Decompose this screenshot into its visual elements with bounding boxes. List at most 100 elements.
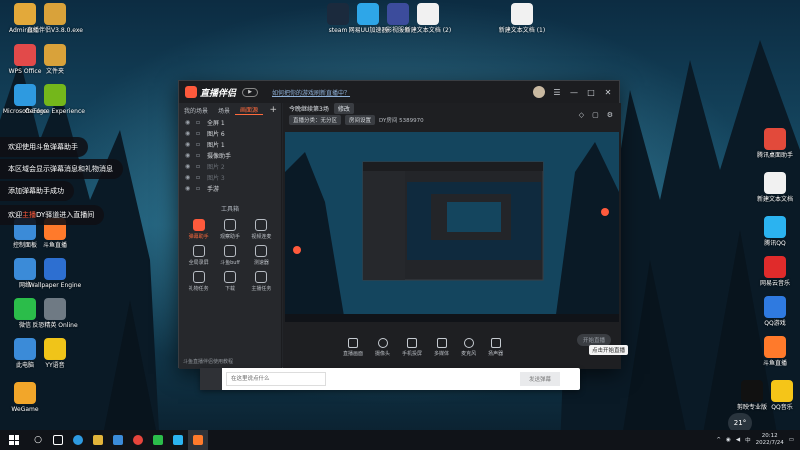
start-button[interactable] — [0, 435, 28, 445]
tool-label: 下载 — [224, 286, 235, 292]
desktop-icon[interactable]: 网易云音乐 — [753, 256, 797, 287]
avatar[interactable] — [533, 86, 545, 98]
source-item[interactable]: ◉ ▫ 图片 1 — [179, 139, 281, 150]
desktop-icon[interactable]: 直播伴侣V3.8.0.exe — [27, 3, 83, 34]
eye-icon[interactable]: ◉ — [185, 163, 192, 170]
app-icon — [44, 298, 66, 320]
tool-item[interactable]: 礼物任务 — [183, 271, 214, 292]
source-item[interactable]: ◉ ▫ 图片 3 — [179, 172, 281, 183]
eye-icon[interactable]: ◉ — [185, 130, 192, 137]
tutorial-link[interactable]: 斗鱼直播伴侣使用教程 — [183, 358, 233, 365]
screen-capture-button[interactable]: 直播画面 — [343, 337, 363, 357]
source-item[interactable]: ◉ ▫ 全屏 1 — [179, 117, 281, 128]
source-item[interactable]: ◉ ▫ 手游 — [179, 183, 281, 194]
edge-taskbar-icon[interactable] — [68, 430, 88, 450]
tray-arrow-icon[interactable]: ^ — [716, 437, 721, 443]
maximize-icon[interactable]: □ — [586, 88, 596, 97]
play-toggle-icon[interactable]: ▶ — [242, 87, 259, 97]
notification-icon[interactable]: ▭ — [789, 437, 794, 443]
desktop-icon[interactable]: QQ游戏 — [753, 296, 797, 327]
tool-item[interactable]: 主播任务 — [246, 271, 277, 292]
desktop-icon-label: 直播伴侣V3.8.0.exe — [27, 27, 83, 34]
share-icon[interactable]: ◇ — [579, 111, 584, 119]
menu-icon[interactable]: ☰ — [552, 88, 562, 97]
app-icon — [764, 216, 786, 238]
desktop-icon[interactable]: QQ音乐 — [760, 380, 800, 411]
eye-icon[interactable]: ◉ — [185, 152, 192, 159]
tab-my-scenes[interactable]: 我的场景 — [179, 106, 213, 115]
wechat-taskbar-icon[interactable] — [148, 430, 168, 450]
lock-icon[interactable]: ▫ — [196, 152, 203, 159]
clock[interactable]: 20:12 2022/7/24 — [756, 433, 784, 447]
lock-icon[interactable]: ▫ — [196, 163, 203, 170]
search-icon[interactable]: ○ — [28, 430, 48, 450]
task-view-icon[interactable] — [48, 430, 68, 450]
live-companion-taskbar-icon[interactable] — [188, 430, 208, 450]
room-settings-button[interactable]: 房间设置 — [345, 114, 376, 125]
store-taskbar-icon[interactable] — [108, 430, 128, 450]
lock-icon[interactable]: ▫ — [196, 174, 203, 181]
tab-scenes[interactable]: 场景 — [213, 106, 235, 115]
lock-icon[interactable]: ▫ — [196, 130, 203, 137]
help-link[interactable]: 如何把你的游戏刷新直播中？ — [272, 88, 350, 97]
volume-icon[interactable]: ◀ — [736, 437, 740, 443]
message-icon[interactable]: ▢ — [592, 111, 599, 119]
danmaku-input[interactable]: 在这里说点什么 — [226, 372, 326, 386]
source-item[interactable]: ◉ ▫ 图片 2 — [179, 161, 281, 172]
network-icon[interactable]: ◉ — [726, 437, 731, 443]
app-icon — [764, 172, 786, 194]
tool-item[interactable]: 全局录屏 — [183, 245, 214, 266]
desktop-icon[interactable]: 腾讯QQ — [753, 216, 797, 247]
camera-button[interactable]: 摄像头 — [375, 337, 390, 357]
tool-label: 测速器 — [253, 260, 269, 266]
tool-item[interactable]: 测速器 — [246, 245, 277, 266]
desktop-icon[interactable]: WeGame — [3, 382, 47, 413]
close-icon[interactable]: ✕ — [603, 88, 613, 97]
media-button[interactable]: 多媒体 — [434, 337, 449, 357]
tool-label: 全局录屏 — [188, 260, 209, 266]
tab-sources[interactable]: 画面源 — [235, 105, 264, 115]
tool-item[interactable]: 斗鱼buff — [214, 245, 245, 266]
stream-preview[interactable] — [285, 132, 619, 322]
explorer-taskbar-icon[interactable] — [88, 430, 108, 450]
eye-icon[interactable]: ◉ — [185, 185, 192, 192]
eye-icon[interactable]: ◉ — [185, 119, 192, 126]
tool-item[interactable]: 弹幕助手 — [183, 219, 214, 240]
desktop-icon-label: WeGame — [11, 406, 39, 413]
app-icon — [44, 3, 66, 25]
tool-item[interactable]: 视频连麦 — [246, 219, 277, 240]
desktop-icon[interactable]: 文件夹 — [33, 44, 77, 75]
lock-icon[interactable]: ▫ — [196, 141, 203, 148]
ime-indicator[interactable]: 中 — [745, 436, 751, 444]
source-item[interactable]: ◉ ▫ 摄像助手 — [179, 150, 281, 161]
phone-cast-button[interactable]: 手机投屏 — [402, 337, 422, 357]
tool-item[interactable]: 下载 — [214, 271, 245, 292]
desktop-icon[interactable]: GeForce Experience — [25, 84, 85, 115]
tool-item[interactable]: 观察助手 — [214, 219, 245, 240]
tool-icon — [192, 245, 205, 257]
minimize-icon[interactable]: — — [569, 88, 579, 97]
settings-icon[interactable]: ⚙ — [607, 111, 613, 119]
lock-icon[interactable]: ▫ — [196, 185, 203, 192]
toolbox-grid: 弹幕助手 观察助手 视频连麦全局录屏 斗鱼buff 测速器礼物任务 下载 主播任务 — [179, 219, 281, 292]
eye-icon[interactable]: ◉ — [185, 141, 192, 148]
microphone-button[interactable]: 麦克风 — [461, 337, 476, 357]
send-danmaku-button[interactable]: 发送弹幕 — [520, 372, 560, 386]
desktop-icon[interactable]: 斗鱼直播 — [753, 336, 797, 367]
desktop-icon[interactable]: 腾讯桌面助手 — [753, 128, 797, 159]
lock-icon[interactable]: ▫ — [196, 119, 203, 126]
qq-taskbar-icon[interactable] — [168, 430, 188, 450]
category-chip[interactable]: 直播分类：无分区 — [289, 114, 342, 125]
eye-icon[interactable]: ◉ — [185, 174, 192, 181]
edit-title-button[interactable]: 修改 — [333, 103, 354, 114]
desktop-icon[interactable]: 反恐精英 Online — [32, 298, 78, 329]
desktop-icon[interactable]: YY语音 — [33, 338, 77, 369]
desktop-icon[interactable]: Wallpaper Engine — [29, 258, 81, 289]
desktop-icon[interactable]: 新建文本文档 (1) — [499, 3, 545, 34]
chrome-taskbar-icon[interactable] — [128, 430, 148, 450]
source-item[interactable]: ◉ ▫ 图片 6 — [179, 128, 281, 139]
speaker-button[interactable]: 扬声器 — [488, 337, 503, 357]
add-source-icon[interactable]: + — [269, 105, 277, 115]
desktop-icon[interactable]: 新建文本文档 — [753, 172, 797, 203]
desktop-icon[interactable]: 新建文本文档 (2) — [405, 3, 451, 34]
